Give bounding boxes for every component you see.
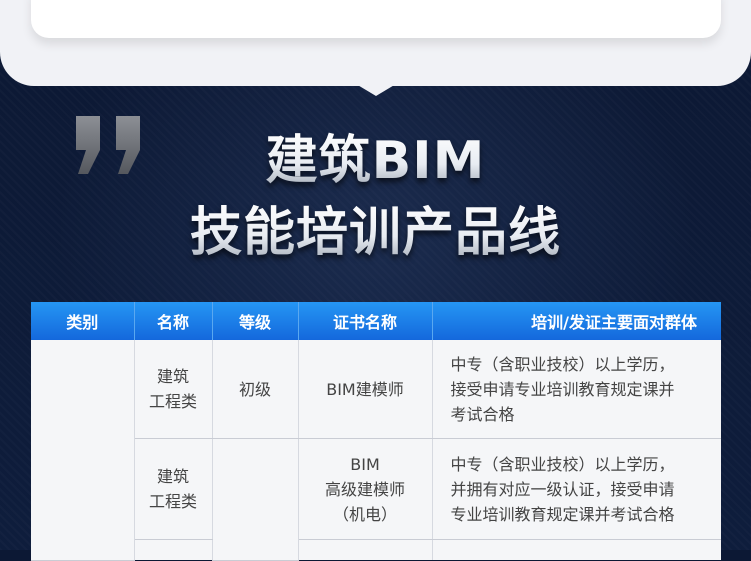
name-cell: 建筑 工程类: [134, 340, 213, 439]
level-cell: [212, 438, 299, 561]
top-card: [31, 0, 721, 38]
table-header-row: 类别 名称 等级 证书名称 培训/发证主要面对群体: [31, 302, 721, 340]
cert-cell: BIM建模师: [298, 340, 433, 439]
audience-cell: 中专（含职业技校）以上学历， 接受申请专业培训教育规定课并 考试合格: [432, 340, 721, 439]
top-panel: [0, 0, 751, 86]
bim-product-table: 类别 名称 等级 证书名称 培训/发证主要面对群体 建筑 工程类 初级 BIM建…: [31, 302, 721, 561]
table-row: 建筑 工程类 BIM 高级建模师 （机电） 中专（含职业技校）以上学历， 并拥有…: [31, 438, 721, 561]
level-cell: 初级: [212, 340, 299, 439]
name-cell: 建筑 工程类: [134, 438, 213, 540]
table-row: 建筑 工程类 初级 BIM建模师 中专（含职业技校）以上学历， 接受申请专业培训…: [31, 340, 721, 561]
cert-cell: BIM 高级建模师 （机电）: [298, 438, 433, 540]
header-cert: 证书名称: [298, 302, 433, 340]
page-title-line-1: 建筑BIM: [0, 130, 751, 192]
header-category: 类别: [31, 302, 135, 340]
header-level: 等级: [212, 302, 299, 340]
page-title-line-2: 技能培训产品线: [0, 200, 751, 266]
audience-cell: 中专（含职业技校）以上学历， 并拥有对应一级认证，接受申请 专业培训教育规定课并…: [432, 438, 721, 540]
header-audience: 培训/发证主要面对群体: [432, 302, 721, 340]
panel-notch: [356, 84, 396, 96]
category-cell: [31, 340, 135, 561]
header-name: 名称: [134, 302, 213, 340]
